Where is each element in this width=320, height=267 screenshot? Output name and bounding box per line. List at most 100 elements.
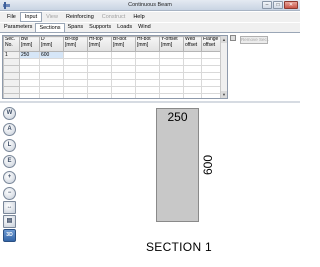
maximize-button[interactable]: □ <box>273 1 283 9</box>
table-cell[interactable] <box>159 93 184 98</box>
table-cell[interactable] <box>87 51 112 59</box>
table-cell[interactable] <box>111 58 136 66</box>
table-cell[interactable] <box>183 72 202 80</box>
table-cell[interactable] <box>19 72 40 80</box>
table-cell[interactable] <box>63 86 88 94</box>
grid-scrollbar[interactable]: ▲ ▼ <box>220 36 227 98</box>
table-cell[interactable] <box>183 58 202 66</box>
table-cell[interactable] <box>159 79 184 87</box>
table-cell[interactable] <box>111 72 136 80</box>
table-cell[interactable]: 250 <box>19 51 40 59</box>
print-icon[interactable]: ▤ <box>3 215 16 228</box>
minimize-button[interactable]: – <box>262 1 272 9</box>
table-cell[interactable] <box>63 51 88 59</box>
table-cell[interactable] <box>183 93 202 98</box>
table-cell[interactable] <box>135 72 160 80</box>
table-cell[interactable] <box>63 93 88 98</box>
table-cell[interactable] <box>201 79 222 87</box>
table-cell[interactable] <box>183 51 202 59</box>
table-cell[interactable] <box>111 51 136 59</box>
table-cell[interactable] <box>159 51 184 59</box>
grid-column-header[interactable]: Web offset <box>183 36 202 52</box>
table-row[interactable]: 1 250 600 <box>3 51 222 59</box>
grid-column-header[interactable]: Bf-bot [mm] <box>111 36 136 52</box>
table-cell[interactable] <box>183 86 202 94</box>
menu-input[interactable]: Input <box>19 12 43 22</box>
menu-view[interactable]: View <box>42 12 62 22</box>
tab-parameters[interactable]: Parameters <box>1 23 35 32</box>
table-cell[interactable] <box>39 86 64 94</box>
tab-spans[interactable]: Spans <box>65 23 87 32</box>
table-cell[interactable]: 600 <box>39 51 64 59</box>
a-zoom-icon[interactable]: A <box>3 123 16 136</box>
grid-column-header[interactable]: Y-offset [mm] <box>159 36 184 52</box>
table-row[interactable] <box>3 72 222 80</box>
pan-icon[interactable]: ↔ <box>3 201 16 214</box>
table-cell[interactable] <box>159 58 184 66</box>
table-cell[interactable] <box>135 93 160 98</box>
e-zoom-icon[interactable]: E <box>3 155 16 168</box>
remove-section-button[interactable]: Remove Sect. <box>240 36 269 44</box>
table-cell[interactable] <box>19 86 40 94</box>
zoom-out-icon[interactable]: − <box>3 187 16 200</box>
table-row[interactable] <box>3 58 222 66</box>
table-cell[interactable] <box>111 86 136 94</box>
table-cell[interactable] <box>201 58 222 66</box>
grid-column-header[interactable]: Bw [mm] <box>19 36 40 52</box>
row-header-cell[interactable] <box>3 93 20 98</box>
table-cell[interactable] <box>183 65 202 73</box>
table-row[interactable] <box>3 93 222 98</box>
table-cell[interactable] <box>63 79 88 87</box>
table-cell[interactable] <box>39 79 64 87</box>
scroll-down-arrow[interactable]: ▼ <box>221 91 227 98</box>
table-cell[interactable] <box>135 58 160 66</box>
table-cell[interactable] <box>87 58 112 66</box>
table-cell[interactable] <box>111 79 136 87</box>
table-cell[interactable] <box>39 65 64 73</box>
table-cell[interactable] <box>159 86 184 94</box>
table-cell[interactable] <box>201 86 222 94</box>
row-header-cell[interactable] <box>3 65 20 73</box>
menu-file[interactable]: File <box>3 12 20 22</box>
table-cell[interactable] <box>135 51 160 59</box>
sections-grid[interactable]: Sec. No. Bw [mm] D [mm] Bf-top [mm] Hf-top [mm] Bf… <box>2 35 228 99</box>
close-button[interactable]: ✕ <box>284 1 298 9</box>
table-cell[interactable] <box>39 58 64 66</box>
table-row[interactable] <box>3 79 222 87</box>
table-cell[interactable] <box>201 72 222 80</box>
row-header-cell[interactable] <box>3 79 20 87</box>
table-cell[interactable] <box>19 93 40 98</box>
table-cell[interactable] <box>87 79 112 87</box>
zoom-in-icon[interactable]: + <box>3 171 16 184</box>
table-cell[interactable] <box>135 65 160 73</box>
table-cell[interactable] <box>63 65 88 73</box>
table-cell[interactable] <box>39 72 64 80</box>
table-cell[interactable] <box>201 65 222 73</box>
table-cell[interactable] <box>135 79 160 87</box>
table-cell[interactable] <box>201 51 222 59</box>
table-cell[interactable] <box>87 93 112 98</box>
menu-help[interactable]: Help <box>129 12 148 22</box>
table-cell[interactable] <box>87 86 112 94</box>
row-header-cell[interactable] <box>3 86 20 94</box>
table-cell[interactable] <box>39 93 64 98</box>
tab-loads[interactable]: Loads <box>114 23 135 32</box>
tab-sections[interactable]: Sections <box>35 23 65 32</box>
table-cell[interactable] <box>87 65 112 73</box>
table-cell[interactable] <box>19 58 40 66</box>
menu-reinforcing[interactable]: Reinforcing <box>62 12 98 22</box>
table-row[interactable] <box>3 86 222 94</box>
grid-column-header[interactable]: Flange offset <box>201 36 222 52</box>
grid-column-header[interactable]: Sec. No. <box>3 36 20 52</box>
table-cell[interactable] <box>63 58 88 66</box>
table-cell[interactable] <box>135 86 160 94</box>
row-header-cell[interactable] <box>3 58 20 66</box>
tab-wind[interactable]: Wind <box>135 23 154 32</box>
table-cell[interactable] <box>111 65 136 73</box>
grid-column-header[interactable]: Bf-top [mm] <box>63 36 88 52</box>
grid-option-checkbox[interactable] <box>230 35 236 41</box>
table-row[interactable] <box>3 65 222 73</box>
table-cell[interactable] <box>201 93 222 98</box>
grid-column-header[interactable]: D [mm] <box>39 36 64 52</box>
row-header-cell[interactable]: 1 <box>3 51 20 59</box>
